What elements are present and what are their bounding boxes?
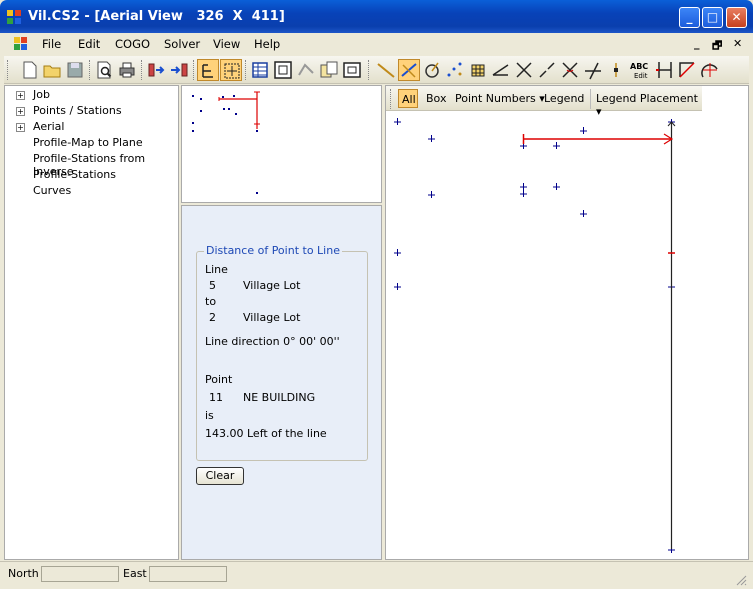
svg-text:ABC: ABC: [630, 62, 648, 71]
title-bar[interactable]: Vil.CS2 - [Aerial View 326 X 411] _ □ ✕: [0, 0, 753, 33]
print-preview-icon[interactable]: [93, 59, 115, 81]
zoom-extents-icon[interactable]: [220, 59, 242, 81]
line-icon[interactable]: [375, 59, 397, 81]
point-name: NE BUILDING: [243, 391, 316, 404]
point-number: 11: [209, 391, 223, 404]
measure-line-icon[interactable]: [398, 59, 420, 81]
open-icon[interactable]: [41, 59, 63, 81]
arc-icon[interactable]: [676, 59, 698, 81]
clear-button[interactable]: Clear: [196, 467, 244, 485]
is-label: is: [205, 409, 214, 422]
perpendicular-icon[interactable]: [582, 59, 604, 81]
from-point-number: 5: [209, 279, 216, 292]
toolbar: ABC Edit: [4, 56, 749, 84]
save-icon[interactable]: [64, 59, 86, 81]
aerial-view[interactable]: All Box Point Numbers ▾ Legend Legend Pl…: [385, 85, 749, 560]
expand-job-icon[interactable]: +: [16, 91, 25, 100]
maximize-button[interactable]: □: [702, 7, 723, 28]
tree-item-points-stations[interactable]: Points / Stations: [33, 104, 122, 117]
groupbox-title: Distance of Point to Line: [204, 244, 342, 257]
tree-item-job[interactable]: Job: [33, 88, 50, 101]
north-value: [41, 566, 119, 582]
new-icon[interactable]: [18, 59, 40, 81]
grid-icon[interactable]: [249, 59, 271, 81]
overview-map-canvas: [192, 91, 260, 194]
layers-icon[interactable]: [295, 59, 317, 81]
menu-file[interactable]: File: [42, 37, 61, 51]
overview-map[interactable]: [181, 85, 382, 203]
minimize-button[interactable]: _: [679, 7, 700, 28]
result-groupbox: Distance of Point to Line Line 5 Village…: [196, 244, 368, 461]
menu-view[interactable]: View: [213, 37, 240, 51]
text-edit-icon[interactable]: ABC Edit: [629, 59, 651, 81]
copy-icon[interactable]: [318, 59, 340, 81]
cross-icon[interactable]: [559, 59, 581, 81]
compass-icon[interactable]: [699, 59, 721, 81]
line-split-icon[interactable]: [536, 59, 558, 81]
mdi-minimize-button[interactable]: _: [694, 37, 700, 50]
block-icon[interactable]: [467, 59, 489, 81]
export-icon[interactable]: [168, 59, 190, 81]
line-label: Line: [205, 263, 228, 276]
svg-text:Edit: Edit: [634, 72, 648, 80]
frame-icon[interactable]: [272, 59, 294, 81]
app-icon: [7, 10, 21, 24]
menu-edit[interactable]: Edit: [78, 37, 100, 51]
info-pane: Distance of Point to Line Line 5 Village…: [181, 205, 382, 560]
tree-item-profile-stations[interactable]: Profile-Stations: [33, 168, 116, 181]
tree-pane: + Job + Points / Stations + Aerial Profi…: [4, 85, 179, 560]
to-point-name: Village Lot: [243, 311, 301, 324]
points-icon[interactable]: [444, 59, 466, 81]
angle-icon[interactable]: [490, 59, 512, 81]
intersect-icon[interactable]: [513, 59, 535, 81]
resize-grip-icon[interactable]: [735, 574, 747, 586]
east-value: [149, 566, 227, 582]
close-button[interactable]: ✕: [726, 7, 747, 28]
expand-points-icon[interactable]: +: [16, 107, 25, 116]
point-icon[interactable]: [605, 59, 627, 81]
offset-icon[interactable]: [653, 59, 675, 81]
mdi-close-button[interactable]: ✕: [733, 37, 742, 50]
point-label: Point: [205, 373, 233, 386]
print-icon[interactable]: [116, 59, 138, 81]
window-icon[interactable]: [341, 59, 363, 81]
menu-cogo[interactable]: COGO: [115, 37, 150, 51]
expand-aerial-icon[interactable]: +: [16, 123, 25, 132]
menu-help[interactable]: Help: [254, 37, 280, 51]
select-icon[interactable]: [197, 59, 219, 81]
to-point-number: 2: [209, 311, 216, 324]
tree-item-aerial[interactable]: Aerial: [33, 120, 64, 133]
tree-item-profile-map[interactable]: Profile-Map to Plane: [33, 136, 143, 149]
circle-icon[interactable]: [421, 59, 443, 81]
status-bar: North East: [0, 561, 753, 589]
document-icon[interactable]: [14, 37, 28, 51]
mdi-restore-button[interactable]: 🗗: [712, 37, 722, 56]
distance-result: 143.00 Left of the line: [205, 427, 327, 440]
line-direction: Line direction 0° 00' 00'': [205, 335, 340, 348]
from-point-name: Village Lot: [243, 279, 301, 292]
menu-solver[interactable]: Solver: [164, 37, 200, 51]
drawing-canvas[interactable]: [386, 86, 748, 559]
tree-item-curves[interactable]: Curves: [33, 184, 71, 197]
menu-bar: File Edit COGO Solver View Help _ 🗗 ✕: [4, 33, 749, 55]
import-icon[interactable]: [146, 59, 168, 81]
to-label: to: [205, 295, 217, 308]
north-label: North: [8, 567, 39, 580]
window-title: Vil.CS2 - [Aerial View 326 X 411]: [28, 9, 285, 24]
east-label: East: [123, 567, 147, 580]
